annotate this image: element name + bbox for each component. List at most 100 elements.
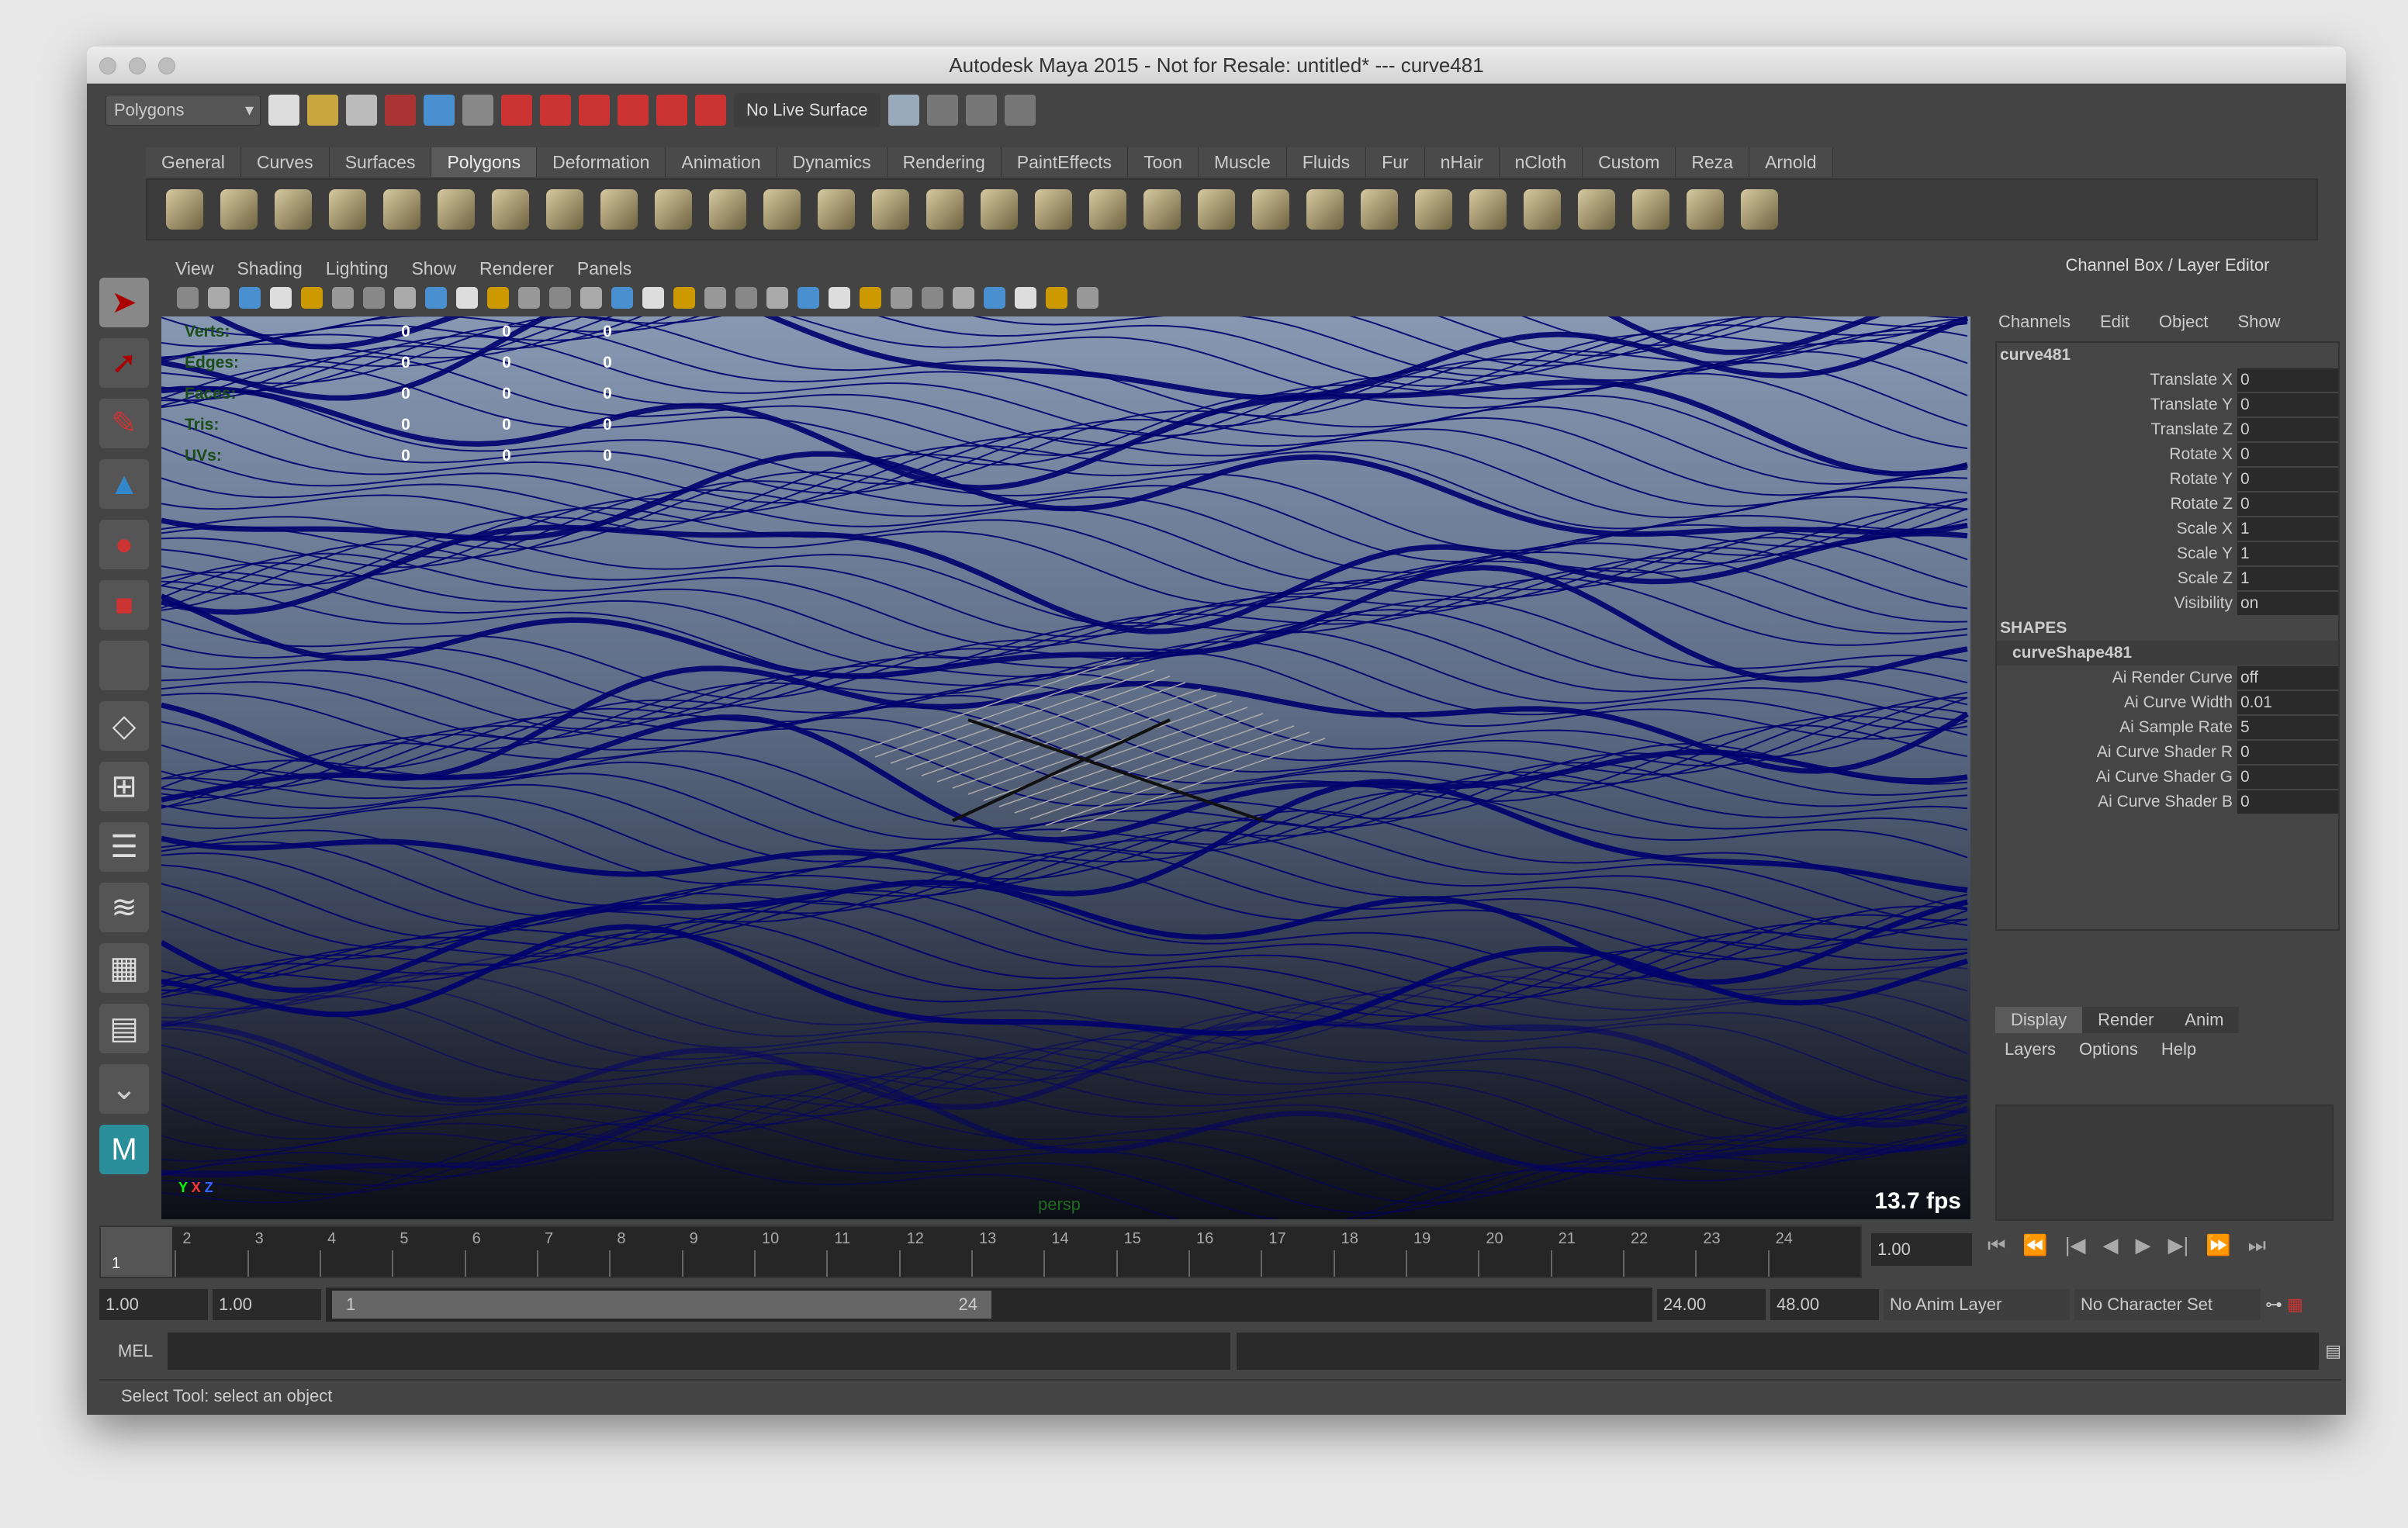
shelf-tool-icon[interactable] xyxy=(709,189,746,230)
channel-row[interactable]: Visibility on xyxy=(1997,591,2338,616)
last-tool-icon[interactable] xyxy=(99,641,149,690)
character-set-dropdown[interactable]: No Character Set xyxy=(2074,1289,2261,1320)
shelf-tool-icon[interactable] xyxy=(1089,189,1126,230)
hypershade-layout-icon[interactable]: ▦ xyxy=(99,943,149,993)
shelf-tab-fluids[interactable]: Fluids xyxy=(1286,147,1367,177)
channel-name[interactable]: Ai Curve Shader R xyxy=(1997,743,2237,762)
open-scene-icon[interactable] xyxy=(307,95,338,126)
shelf-tab-arnold[interactable]: Arnold xyxy=(1749,147,1833,177)
panel-tool-icon[interactable] xyxy=(239,287,261,309)
render-icon[interactable] xyxy=(926,95,958,126)
layer-menu-layers[interactable]: Layers xyxy=(2005,1039,2056,1060)
shelf-tool-icon[interactable] xyxy=(166,189,203,230)
shelf-tab-rendering[interactable]: Rendering xyxy=(887,147,1002,177)
channel-menu-channels[interactable]: Channels xyxy=(1998,312,2071,332)
channel-row[interactable]: Scale X1 xyxy=(1997,517,2338,541)
shelf-tool-icon[interactable] xyxy=(1415,189,1452,230)
shelf-tool-icon[interactable] xyxy=(655,189,692,230)
select-tool-icon[interactable]: ➤ xyxy=(99,278,149,327)
shelf-tool-icon[interactable] xyxy=(763,189,801,230)
command-input[interactable] xyxy=(168,1333,1230,1370)
channel-name[interactable]: Translate Z xyxy=(1997,420,2237,439)
panel-tool-icon[interactable] xyxy=(797,287,819,309)
range-slider[interactable]: 1 24 xyxy=(326,1288,1652,1322)
channel-row[interactable]: Translate X0 xyxy=(1997,368,2338,392)
panel-tool-icon[interactable] xyxy=(704,287,726,309)
channel-name[interactable]: Ai Curve Width xyxy=(1997,693,2237,712)
channel-value[interactable]: 0.01 xyxy=(2237,691,2338,714)
anim-layer-dropdown[interactable]: No Anim Layer xyxy=(1884,1289,2070,1320)
snap-curve-icon[interactable] xyxy=(540,95,571,126)
render-settings-icon[interactable] xyxy=(1004,95,1036,126)
shelf-tool-icon[interactable] xyxy=(1252,189,1289,230)
channel-name[interactable]: Ai Sample Rate xyxy=(1997,718,2237,737)
shelf-tool-icon[interactable] xyxy=(492,189,529,230)
animation-prefs-icon[interactable]: ▦ xyxy=(2287,1295,2303,1315)
channel-value[interactable]: 1 xyxy=(2237,542,2338,565)
new-scene-icon[interactable] xyxy=(268,95,299,126)
panel-tool-icon[interactable] xyxy=(487,287,509,309)
panel-tool-icon[interactable] xyxy=(177,287,199,309)
channel-value[interactable]: 5 xyxy=(2237,716,2338,739)
zoom-button[interactable] xyxy=(158,57,175,74)
command-language-label[interactable]: MEL xyxy=(99,1341,161,1361)
channel-value[interactable]: 0 xyxy=(2237,418,2338,441)
panel-tool-icon[interactable] xyxy=(270,287,292,309)
live-surface-field[interactable]: No Live Surface xyxy=(734,93,881,127)
channel-value[interactable]: 0 xyxy=(2237,443,2338,466)
channel-row[interactable]: Ai Curve Shader B0 xyxy=(1997,790,2338,814)
shelf-tool-icon[interactable] xyxy=(383,189,420,230)
panel-menu-lighting[interactable]: Lighting xyxy=(326,254,389,282)
shelf-tab-muscle[interactable]: Muscle xyxy=(1198,147,1287,177)
menu-set-dropdown[interactable]: Polygons xyxy=(106,95,261,126)
channel-name[interactable]: Scale X xyxy=(1997,520,2237,538)
panel-tool-icon[interactable] xyxy=(394,287,416,309)
step-forward-frame-icon[interactable]: ▶| xyxy=(2168,1233,2189,1258)
lasso-tool-icon[interactable]: ➚ xyxy=(99,338,149,388)
panel-tool-icon[interactable] xyxy=(332,287,354,309)
go-to-end-icon[interactable]: ⏭ xyxy=(2248,1233,2266,1258)
panel-tool-icon[interactable] xyxy=(673,287,695,309)
shelf-tab-polygons[interactable]: Polygons xyxy=(431,147,538,177)
scale-tool-icon[interactable]: ■ xyxy=(99,580,149,630)
channel-row[interactable]: Scale Y1 xyxy=(1997,541,2338,566)
object-name[interactable]: curve481 xyxy=(1997,343,2338,368)
current-frame-marker[interactable]: 1 xyxy=(101,1227,172,1277)
channel-name[interactable]: Translate Y xyxy=(1997,396,2237,414)
snap-view-icon[interactable] xyxy=(618,95,649,126)
channel-value[interactable]: on xyxy=(2237,592,2338,615)
panel-tool-icon[interactable] xyxy=(1015,287,1036,309)
shape-name[interactable]: curveShape481 xyxy=(1997,641,2338,665)
viewport-persp[interactable]: Verts: 0 0 0 Edges: 0 0 0 Faces: 0 0 0 Tris: 0 0 0 UVs: 0… xyxy=(161,316,1970,1219)
shelf-tool-icon[interactable] xyxy=(1578,189,1615,230)
channel-name[interactable]: Scale Y xyxy=(1997,544,2237,563)
panel-tool-icon[interactable] xyxy=(891,287,912,309)
outliner-layout-icon[interactable]: ☰ xyxy=(99,822,149,872)
snap-surface-icon[interactable] xyxy=(656,95,687,126)
channel-row[interactable]: Scale Z1 xyxy=(1997,566,2338,591)
shelf-tool-icon[interactable] xyxy=(1632,189,1669,230)
step-back-frame-icon[interactable]: |◀ xyxy=(2065,1233,2086,1258)
panel-tool-icon[interactable] xyxy=(301,287,323,309)
shelf-tool-icon[interactable] xyxy=(329,189,366,230)
minimize-button[interactable] xyxy=(129,57,146,74)
channel-value[interactable]: 0 xyxy=(2237,741,2338,764)
move-tool-icon[interactable]: ▲ xyxy=(99,459,149,509)
layer-tab-anim[interactable]: Anim xyxy=(2169,1007,2240,1033)
panel-tool-icon[interactable] xyxy=(829,287,850,309)
channel-row[interactable]: Rotate Z0 xyxy=(1997,492,2338,517)
channel-value[interactable]: 0 xyxy=(2237,368,2338,392)
channel-value[interactable]: 0 xyxy=(2237,493,2338,516)
channel-value[interactable]: 1 xyxy=(2237,567,2338,590)
shelf-tool-icon[interactable] xyxy=(1469,189,1507,230)
shelf-tool-icon[interactable] xyxy=(600,189,638,230)
close-button[interactable] xyxy=(99,57,116,74)
panel-tool-icon[interactable] xyxy=(953,287,974,309)
shelf-tab-general[interactable]: General xyxy=(146,147,241,177)
panel-tool-icon[interactable] xyxy=(580,287,602,309)
panel-menu-shading[interactable]: Shading xyxy=(237,254,302,282)
panel-tool-icon[interactable] xyxy=(860,287,881,309)
ipr-render-icon[interactable] xyxy=(965,95,997,126)
shelf-tool-icon[interactable] xyxy=(546,189,583,230)
channel-row[interactable]: Ai Curve Shader G0 xyxy=(1997,765,2338,790)
